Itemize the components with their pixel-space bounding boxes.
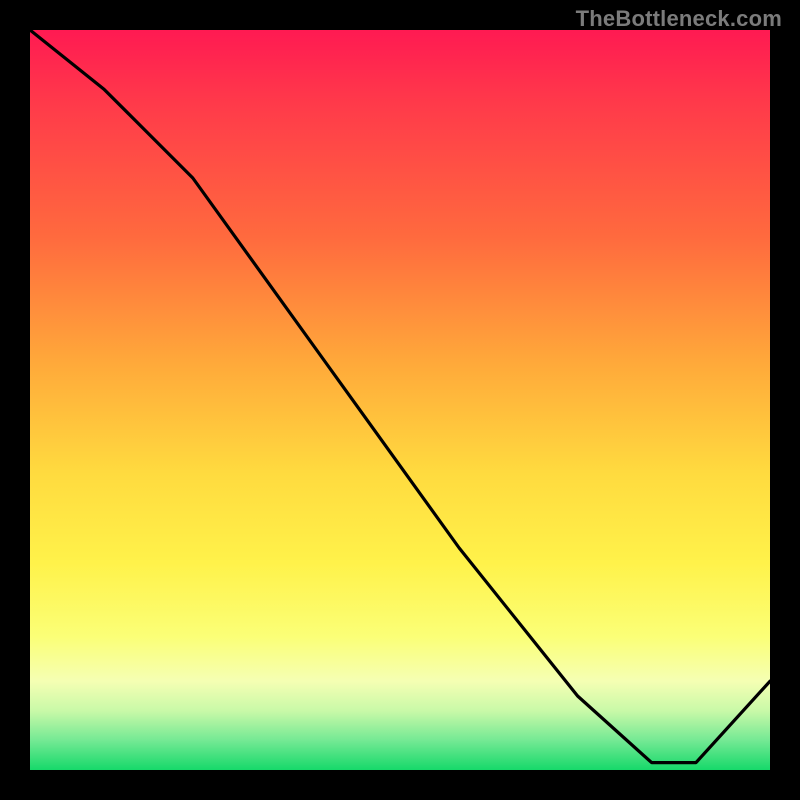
canvas: TheBottleneck.com [0,0,800,800]
attribution-text: TheBottleneck.com [576,6,782,32]
chart-plot-area [30,30,770,770]
